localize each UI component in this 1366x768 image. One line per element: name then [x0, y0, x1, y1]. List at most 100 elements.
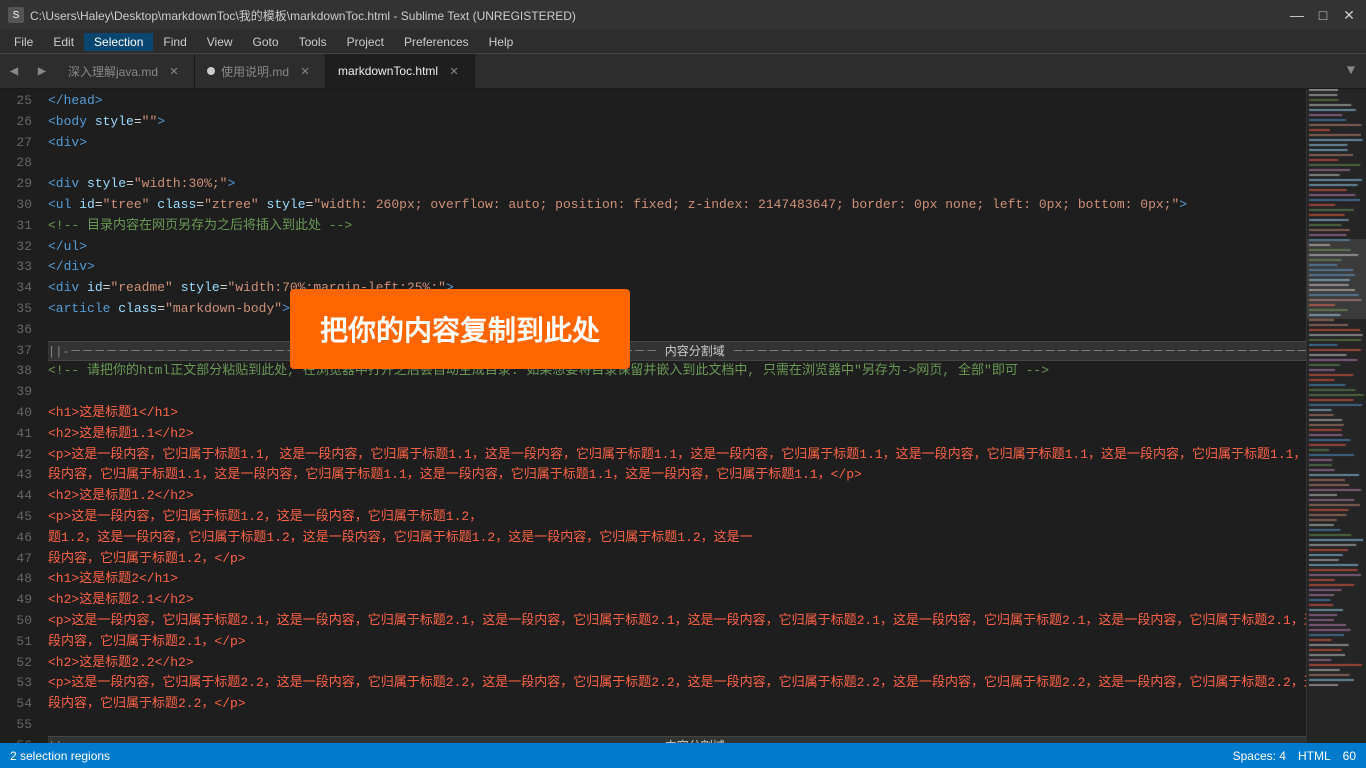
tab-label: 深入理解java.md: [68, 63, 158, 80]
line-number: 48: [0, 569, 32, 590]
tab-bar: ◀ ▶ 深入理解java.md✕使用说明.md✕markdownToc.html…: [0, 54, 1366, 89]
tab-label: markdownToc.html: [338, 64, 438, 78]
line-numbers: 2526272829303132333435363738394041424344…: [0, 89, 40, 743]
editor-area: 2526272829303132333435363738394041424344…: [0, 89, 1366, 743]
code-line: <h2>这是标题1.1</h2>: [48, 424, 1306, 445]
code-line: <h2>这是标题1.2</h2>: [48, 486, 1306, 507]
code-line: <h1>这是标题1</h1>: [48, 403, 1306, 424]
line-number: 38: [0, 361, 32, 382]
selection-status: 2 selection regions: [10, 749, 110, 763]
code-line: </head>: [48, 91, 1306, 112]
tabs-container: 深入理解java.md ✕ 使用说明.md ✕ markdownToc.html ✕: [56, 54, 1336, 88]
line-number: 46: [0, 528, 32, 549]
menu-item-find[interactable]: Find: [153, 33, 196, 51]
menu-item-goto[interactable]: Goto: [243, 33, 289, 51]
line-number: 26: [0, 112, 32, 133]
app-icon: S: [8, 7, 24, 23]
tab-scroll-right[interactable]: ▶: [28, 54, 56, 88]
line-number: 40: [0, 403, 32, 424]
line-number: 45: [0, 507, 32, 528]
code-line: <div id="readme" style="width:70%;margin…: [48, 278, 1306, 299]
code-line: 段内容，它归属于标题2.1，</p>: [48, 632, 1306, 653]
menu-item-file[interactable]: File: [4, 33, 43, 51]
tab-modified-dot: [207, 67, 215, 75]
maximize-button[interactable]: □: [1314, 6, 1332, 24]
title-bar: S C:\Users\Haley\Desktop\markdownToc\我的模…: [0, 0, 1366, 30]
status-bar: 2 selection regions Spaces: 4 HTML 60: [0, 743, 1366, 768]
menu-item-edit[interactable]: Edit: [43, 33, 84, 51]
tab-tab3[interactable]: markdownToc.html ✕: [326, 54, 475, 88]
tab-list-button[interactable]: ▼: [1336, 54, 1366, 88]
menu-item-project[interactable]: Project: [337, 33, 394, 51]
line-number: 56: [0, 736, 32, 743]
line-number: 37: [0, 341, 32, 362]
line-number: 44: [0, 486, 32, 507]
line-number: 43: [0, 465, 32, 486]
code-line: <div>: [48, 133, 1306, 154]
line-number: 47: [0, 549, 32, 570]
code-line: <h2>这是标题2.2</h2>: [48, 653, 1306, 674]
code-line: 题1.2，这是一段内容，它归属于标题1.2，这是一段内容，它归属于标题1.2，这…: [48, 528, 1306, 549]
line-number: 41: [0, 424, 32, 445]
code-line: <p>这是一段内容，它归属于标题2.1，这是一段内容，它归属于标题2.1，这是一…: [48, 611, 1306, 632]
separator-line: ||-－－－－－－－－－－－－－－－－－－－－－－－－－－－－－－－－－－－－－…: [48, 341, 1306, 362]
menu-item-tools[interactable]: Tools: [289, 33, 337, 51]
code-line: <div style="width:30%;">: [48, 174, 1306, 195]
menu-item-selection[interactable]: Selection: [84, 33, 153, 51]
code-line: <h1>这是标题2</h1>: [48, 569, 1306, 590]
line-number: 49: [0, 590, 32, 611]
code-line: [48, 153, 1306, 174]
menu-item-preferences[interactable]: Preferences: [394, 33, 479, 51]
code-line: [48, 320, 1306, 341]
code-line: <body style="">: [48, 112, 1306, 133]
code-area[interactable]: </head> <body style=""> <div> <div style…: [40, 89, 1306, 743]
code-line: <ul id="tree" class="ztree" style="width…: [48, 195, 1306, 216]
minimize-button[interactable]: —: [1288, 6, 1306, 24]
tab-close-btn[interactable]: ✕: [297, 63, 313, 79]
line-number: 54: [0, 694, 32, 715]
spaces-indicator: Spaces: 4: [1233, 749, 1286, 763]
code-line: 段内容，它归属于标题2.2，</p>: [48, 694, 1306, 715]
line-number: 50: [0, 611, 32, 632]
line-number: 28: [0, 153, 32, 174]
window-title: C:\Users\Haley\Desktop\markdownToc\我的模板\…: [30, 7, 576, 24]
tab-scroll-left[interactable]: ◀: [0, 54, 28, 88]
code-line: <p>这是一段内容，它归属于标题2.2，这是一段内容，它归属于标题2.2，这是一…: [48, 673, 1306, 694]
code-line: </ul>: [48, 237, 1306, 258]
menu-bar: FileEditSelectionFindViewGotoToolsProjec…: [0, 30, 1366, 54]
line-number: 27: [0, 133, 32, 154]
line-number: 25: [0, 91, 32, 112]
tab-tab2[interactable]: 使用说明.md ✕: [195, 54, 326, 88]
menu-item-help[interactable]: Help: [479, 33, 524, 51]
line-number: 36: [0, 320, 32, 341]
line-number: 34: [0, 278, 32, 299]
line-number: 30: [0, 195, 32, 216]
line-number: 53: [0, 673, 32, 694]
code-line: <h2>这是标题2.1</h2>: [48, 590, 1306, 611]
line-number: 32: [0, 237, 32, 258]
code-line: 段内容，它归属于标题1.1，这是一段内容，它归属于标题1.1，这是一段内容，它归…: [48, 465, 1306, 486]
tab-tab1[interactable]: 深入理解java.md ✕: [56, 54, 195, 88]
line-number: 39: [0, 382, 32, 403]
code-line: <p>这是一段内容，它归属于标题1.1, 这是一段内容，它归属于标题1.1，这是…: [48, 445, 1306, 466]
line-number: 29: [0, 174, 32, 195]
line-number: 55: [0, 715, 32, 736]
code-line: </div>: [48, 257, 1306, 278]
tab-close-btn[interactable]: ✕: [446, 63, 462, 79]
line-number: 31: [0, 216, 32, 237]
language-indicator: HTML: [1298, 749, 1331, 763]
close-button[interactable]: ✕: [1340, 6, 1358, 24]
line-number: 35: [0, 299, 32, 320]
code-line: [48, 382, 1306, 403]
menu-item-view[interactable]: View: [197, 33, 243, 51]
line-number: 51: [0, 632, 32, 653]
tab-label: 使用说明.md: [221, 63, 289, 80]
code-line: <!-- 请把你的html正文部分粘贴到此处, 在浏览器中打开之后会自动生成目录…: [48, 361, 1306, 382]
code-line: 段内容，它归属于标题1.2，</p>: [48, 549, 1306, 570]
separator-line: ||-－－－－－－－－－－－－－－－－－－－－－－－－－－－－－－－－－－－－－…: [48, 736, 1306, 743]
line-col-indicator: 60: [1343, 749, 1356, 763]
line-number: 33: [0, 257, 32, 278]
code-line: [48, 715, 1306, 736]
code-line: <p>这是一段内容，它归属于标题1.2，这是一段内容，它归属于标题1.2，: [48, 507, 1306, 528]
tab-close-btn[interactable]: ✕: [166, 63, 182, 79]
